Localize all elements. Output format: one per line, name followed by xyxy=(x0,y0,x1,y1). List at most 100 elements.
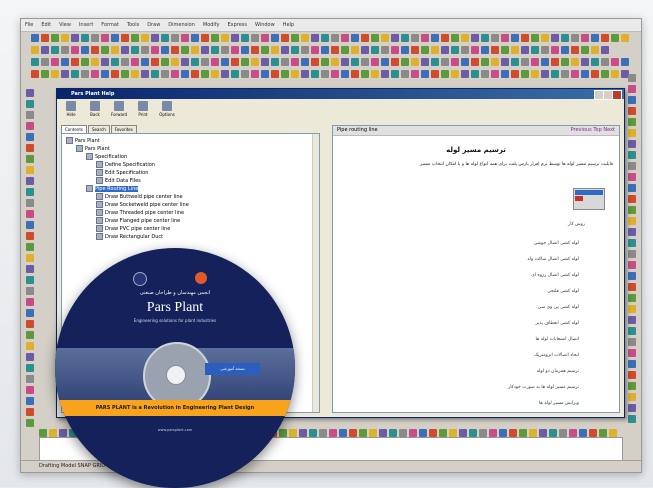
toolbar-tool-icon[interactable] xyxy=(628,228,636,236)
toolbar-tool-icon[interactable] xyxy=(141,58,149,66)
toolbar-tool-icon[interactable] xyxy=(449,429,457,437)
toolbar-tool-icon[interactable] xyxy=(131,70,139,78)
toolbar-tool-icon[interactable] xyxy=(531,46,539,54)
tree-item[interactable]: Edit Data Files xyxy=(96,177,141,184)
toolbar-tool-icon[interactable] xyxy=(26,353,34,361)
toolbar-tool-icon[interactable] xyxy=(581,58,589,66)
toolbar-tool-icon[interactable] xyxy=(628,327,636,335)
toolbar-tool-icon[interactable] xyxy=(381,46,389,54)
toolbar-tool-icon[interactable] xyxy=(201,58,209,66)
toolbar-tool-icon[interactable] xyxy=(399,429,407,437)
toolbar-tool-icon[interactable] xyxy=(431,46,439,54)
toolbar-tool-icon[interactable] xyxy=(81,34,89,42)
toolbar-tool-icon[interactable] xyxy=(31,70,39,78)
toolbar-tool-icon[interactable] xyxy=(581,34,589,42)
toolbar-tool-icon[interactable] xyxy=(401,58,409,66)
toolbar-tool-icon[interactable] xyxy=(221,58,229,66)
toolbar-tool-icon[interactable] xyxy=(201,46,209,54)
toolbar-tool-icon[interactable] xyxy=(26,276,34,284)
toolbar-tool-icon[interactable] xyxy=(241,58,249,66)
toolbar-tool-icon[interactable] xyxy=(141,34,149,42)
toolbar-tool-icon[interactable] xyxy=(241,46,249,54)
toolbar-tool-icon[interactable] xyxy=(181,70,189,78)
toolbar-tool-icon[interactable] xyxy=(26,144,34,152)
toolbar-tool-icon[interactable] xyxy=(341,34,349,42)
topic-link[interactable]: لوله کشی فلنجی xyxy=(399,284,579,300)
toolbar-tool-icon[interactable] xyxy=(281,34,289,42)
menu-item-help[interactable]: Help xyxy=(283,22,294,28)
menu-item-window[interactable]: Window xyxy=(255,22,275,28)
toolbar-tool-icon[interactable] xyxy=(541,34,549,42)
toolbar-tool-icon[interactable] xyxy=(628,338,636,346)
toolbar-tool-icon[interactable] xyxy=(271,46,279,54)
toolbar-tool-icon[interactable] xyxy=(411,46,419,54)
toolbar-tool-icon[interactable] xyxy=(261,34,269,42)
toolbar-tool-icon[interactable] xyxy=(551,70,559,78)
toolbar-tool-icon[interactable] xyxy=(321,58,329,66)
toolbar-tool-icon[interactable] xyxy=(221,46,229,54)
toolbar-tool-icon[interactable] xyxy=(521,58,529,66)
toolbar-tool-icon[interactable] xyxy=(371,70,379,78)
toolbar-tool-icon[interactable] xyxy=(431,34,439,42)
toolbar-tool-icon[interactable] xyxy=(509,429,517,437)
toolbar-tool-icon[interactable] xyxy=(251,34,259,42)
toolbar-tool-icon[interactable] xyxy=(579,429,587,437)
toolbar-tool-icon[interactable] xyxy=(181,58,189,66)
toolbar-tool-icon[interactable] xyxy=(221,70,229,78)
toolbar-tool-icon[interactable] xyxy=(371,58,379,66)
toolbar-tool-icon[interactable] xyxy=(181,34,189,42)
toolbar-tool-icon[interactable] xyxy=(401,70,409,78)
toolbar-tool-icon[interactable] xyxy=(81,70,89,78)
toolbar-tool-icon[interactable] xyxy=(628,239,636,247)
toolbar-tool-icon[interactable] xyxy=(479,429,487,437)
toolbar-tool-icon[interactable] xyxy=(371,46,379,54)
toolbar-tool-icon[interactable] xyxy=(471,70,479,78)
toolbar-tool-icon[interactable] xyxy=(151,34,159,42)
toolbar-tool-icon[interactable] xyxy=(26,408,34,416)
toolbar-tool-icon[interactable] xyxy=(439,429,447,437)
toolbar-tool-icon[interactable] xyxy=(26,199,34,207)
toolbar-tool-icon[interactable] xyxy=(601,58,609,66)
toolbar-tool-icon[interactable] xyxy=(628,195,636,203)
toolbar-tool-icon[interactable] xyxy=(628,85,636,93)
toolbar-tool-icon[interactable] xyxy=(411,70,419,78)
toolbar-tool-icon[interactable] xyxy=(501,70,509,78)
toolbar-tool-icon[interactable] xyxy=(271,70,279,78)
toolbar-tool-icon[interactable] xyxy=(301,34,309,42)
toolbar-tool-icon[interactable] xyxy=(26,397,34,405)
toolbar-tool-icon[interactable] xyxy=(621,34,629,42)
toolbar-tool-icon[interactable] xyxy=(571,34,579,42)
toolbar-tool-icon[interactable] xyxy=(181,46,189,54)
toolbar-tool-icon[interactable] xyxy=(581,46,589,54)
toolbar-tool-icon[interactable] xyxy=(161,46,169,54)
toolbar-tool-icon[interactable] xyxy=(421,58,429,66)
toolbar-tool-icon[interactable] xyxy=(541,70,549,78)
standard-toolbar[interactable] xyxy=(21,32,641,44)
toolbar-tool-icon[interactable] xyxy=(331,34,339,42)
tree-scrollbar[interactable] xyxy=(312,134,319,412)
close-button[interactable] xyxy=(612,90,622,100)
toolbar-tool-icon[interactable] xyxy=(571,58,579,66)
toolbar-tool-icon[interactable] xyxy=(51,46,59,54)
toolbar-tool-icon[interactable] xyxy=(521,46,529,54)
toolbar-tool-icon[interactable] xyxy=(26,287,34,295)
toolbar-tool-icon[interactable] xyxy=(628,349,636,357)
toolbar-tool-icon[interactable] xyxy=(441,58,449,66)
toolbar-tool-icon[interactable] xyxy=(628,217,636,225)
toolbar-tool-icon[interactable] xyxy=(261,58,269,66)
toolbar-tool-icon[interactable] xyxy=(561,46,569,54)
toolbar-tool-icon[interactable] xyxy=(301,58,309,66)
toolbar-tool-icon[interactable] xyxy=(628,184,636,192)
tree-item[interactable]: Define Specification xyxy=(96,161,155,168)
toolbar-tool-icon[interactable] xyxy=(511,46,519,54)
toolbar-tool-icon[interactable] xyxy=(281,70,289,78)
toolbar-tool-icon[interactable] xyxy=(491,58,499,66)
toolbar-tool-icon[interactable] xyxy=(559,429,567,437)
toolbar-tool-icon[interactable] xyxy=(611,58,619,66)
toolbar-tool-icon[interactable] xyxy=(628,272,636,280)
toolbar-tool-icon[interactable] xyxy=(421,46,429,54)
toolbar-tool-icon[interactable] xyxy=(171,58,179,66)
topic-link[interactable]: ایجاد اتصالات ایزومتریک xyxy=(399,348,579,364)
toolbar-tool-icon[interactable] xyxy=(251,58,259,66)
toolbar-tool-icon[interactable] xyxy=(461,70,469,78)
